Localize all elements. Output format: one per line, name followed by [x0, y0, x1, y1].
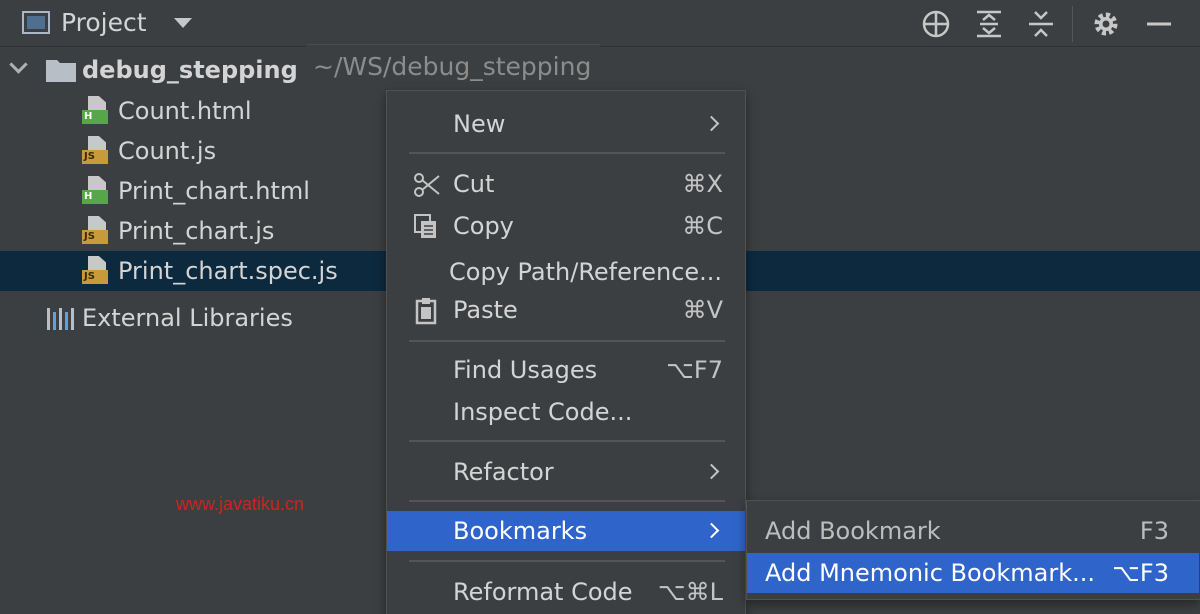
js-file-icon: JS [82, 216, 110, 246]
js-file-icon: JS [82, 256, 110, 286]
menu-item-label: Find Usages [453, 356, 598, 384]
copy-icon [414, 214, 436, 238]
menu-item-paste[interactable]: Paste ⌘V [387, 290, 745, 330]
root-path-hint: ~/WS/debug_stepping [306, 44, 600, 88]
submenu-item-label: Add Mnemonic Bookmark... [765, 559, 1096, 587]
menu-item-cut[interactable]: Cut ⌘X [387, 164, 745, 204]
library-icon [47, 308, 74, 330]
menu-item-label: Inspect Code... [453, 398, 633, 426]
submenu-item-add-mnemonic-bookmark[interactable]: Add Mnemonic Bookmark... ⌥F3 [747, 553, 1199, 593]
menu-item-shortcut: ⌥F7 [666, 356, 723, 384]
scissors-icon [414, 173, 440, 197]
menu-separator [409, 152, 725, 154]
menu-item-reformat-code[interactable]: Reformat Code ⌥⌘L [387, 572, 745, 612]
root-folder-label: debug_stepping [82, 56, 298, 84]
menu-item-label: Copy [453, 212, 514, 240]
menu-separator [409, 340, 725, 342]
chevron-right-icon [703, 463, 720, 480]
menu-item-shortcut: ⌘X [682, 170, 723, 198]
chevron-down-icon[interactable] [9, 55, 28, 74]
project-tool-window-header: Project [0, 0, 1200, 47]
menu-item-label: Cut [453, 170, 495, 198]
view-dropdown-icon[interactable] [174, 18, 192, 28]
project-window-icon [22, 11, 50, 34]
root-path-label: ~/WS/debug_stepping [313, 52, 592, 81]
menu-item-new[interactable]: New [387, 104, 745, 144]
submenu-item-add-bookmark[interactable]: Add Bookmark F3 [747, 511, 1199, 551]
file-label: Print_chart.html [118, 177, 310, 205]
menu-item-label: Refactor [453, 458, 554, 486]
menu-separator [409, 500, 725, 502]
header-separator [1072, 6, 1073, 42]
minimize-icon[interactable] [1144, 9, 1174, 39]
folder-icon [46, 60, 76, 82]
locate-icon[interactable] [921, 9, 951, 39]
expand-all-icon[interactable] [974, 9, 1004, 39]
menu-item-label: Bookmarks [453, 517, 588, 545]
menu-item-shortcut: ⌘V [682, 296, 723, 324]
menu-item-copy[interactable]: Copy ⌘C [387, 206, 745, 246]
menu-separator [409, 560, 725, 562]
submenu-item-label: Add Bookmark [765, 517, 941, 545]
watermark-text: www.javatiku.cn [176, 494, 305, 514]
tool-window-title[interactable]: Project [61, 8, 147, 37]
submenu-item-shortcut: F3 [1139, 517, 1169, 545]
menu-item-label: Copy Path/Reference... [449, 258, 723, 286]
gear-icon[interactable] [1091, 9, 1121, 39]
collapse-all-icon[interactable] [1026, 9, 1056, 39]
submenu-item-shortcut: ⌥F3 [1112, 559, 1169, 587]
menu-item-find-usages[interactable]: Find Usages ⌥F7 [387, 350, 745, 390]
chevron-right-icon [703, 115, 720, 132]
js-file-icon: JS [82, 136, 110, 166]
tree-row-root[interactable]: debug_stepping [0, 50, 1200, 90]
menu-item-shortcut: ⌘C [682, 212, 723, 240]
menu-item-label: Reformat Code [453, 578, 633, 606]
file-label: Count.js [118, 137, 217, 165]
external-libraries-label: External Libraries [82, 304, 293, 332]
bookmarks-submenu: Add Bookmark F3 Add Mnemonic Bookmark...… [746, 500, 1200, 600]
menu-item-label: New [453, 110, 506, 138]
context-menu: New Cut ⌘X Copy ⌘C Copy Path/Reference..… [386, 90, 746, 614]
menu-item-label: Paste [453, 296, 518, 324]
file-label: Count.html [118, 97, 252, 125]
menu-item-copy-path[interactable]: Copy Path/Reference... [387, 252, 745, 292]
clipboard-icon [415, 298, 437, 325]
file-label: Print_chart.js [118, 217, 275, 245]
menu-item-bookmarks[interactable]: Bookmarks [387, 511, 745, 551]
file-label: Print_chart.spec.js [118, 257, 338, 285]
chevron-right-icon [703, 522, 720, 539]
menu-separator [409, 440, 725, 442]
menu-item-inspect-code[interactable]: Inspect Code... [387, 392, 745, 432]
html-file-icon: H [82, 96, 110, 126]
html-file-icon: H [82, 176, 110, 206]
menu-item-refactor[interactable]: Refactor [387, 452, 745, 492]
menu-item-shortcut: ⌥⌘L [657, 578, 723, 606]
